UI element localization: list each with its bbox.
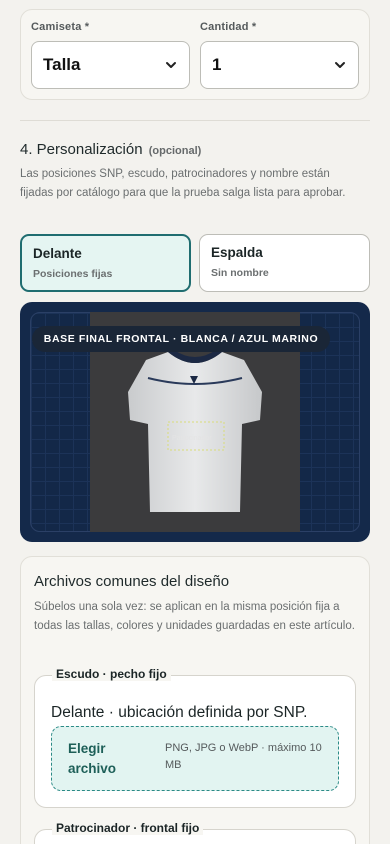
tab-front-sub: Posiciones fijas [33,268,113,280]
tab-back[interactable]: Espalda Sin nombre [199,234,370,292]
crest-description: Delante · ubicación definida por SNP. [51,704,308,721]
shirt-sponsor-text: Patrocinador [172,435,212,442]
crest-upload-zone[interactable]: Elegir archivo PNG, JPG o WebP · máximo … [51,726,339,791]
upload-hint: PNG, JPG o WebP · máximo 10 MB [165,742,322,771]
personalization-title-text: 4. Personalización [20,141,143,158]
preview-title-badge: BASE FINAL FRONTAL · BLANCA / AZUL MARIN… [32,326,330,352]
choose-file-button[interactable]: Elegir archivo [68,739,148,779]
quantity-label: Cantidad * [200,21,257,33]
files-title: Archivos comunes del diseño [34,573,230,590]
section-divider [20,120,370,121]
quantity-select[interactable]: 1 [200,41,359,89]
tab-back-label: Espalda [211,245,263,260]
optional-tag: (opcional) [148,145,202,157]
sponsor-legend: Patrocinador · frontal fijo [52,821,204,835]
chevron-down-icon [166,62,176,68]
files-description: Súbelos una sola vez: se aplican en la m… [34,601,355,632]
tab-back-sub: Sin nombre [211,267,269,279]
tab-front[interactable]: Delante Posiciones fijas [20,234,191,292]
tab-front-label: Delante [33,246,82,261]
quantity-value: 1 [212,55,222,74]
chevron-down-icon [335,62,345,68]
personalization-title: 4. Personalización (opcional) [20,141,201,158]
shirt-size-select[interactable]: Talla [31,41,190,89]
shirt-size-label: Camiseta * [31,21,90,33]
personalization-description: Las posiciones SNP, escudo, patrocinador… [20,168,346,199]
shirt-size-value: Talla [43,55,81,74]
crest-legend: Escudo · pecho fijo [52,667,171,681]
